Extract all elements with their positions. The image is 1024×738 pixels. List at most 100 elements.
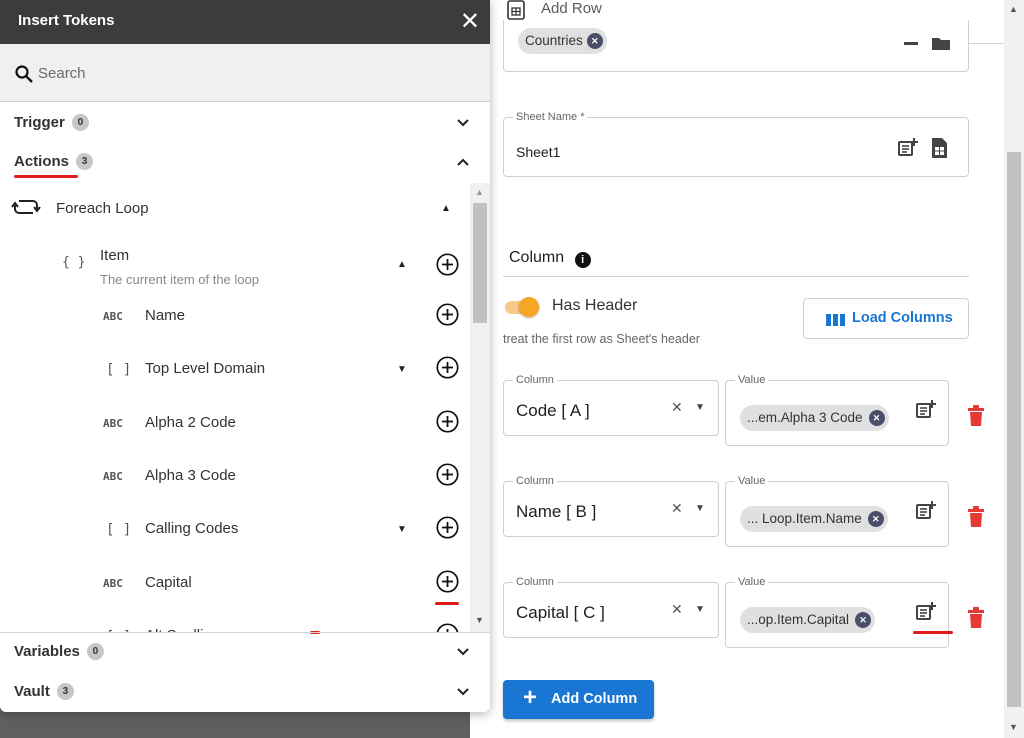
close-icon[interactable]: ✕	[460, 10, 480, 34]
column-select[interactable]: Column Name [ B ] ✕ ▼	[503, 475, 719, 537]
insert-token-icon[interactable]	[915, 399, 937, 421]
folder-icon[interactable]	[930, 32, 952, 54]
value-field[interactable]: Value ...op.Item.Capital ✕	[725, 576, 949, 648]
object-type-icon: { }	[62, 255, 86, 270]
dialog-title: Insert Tokens	[18, 12, 115, 29]
add-token-icon[interactable]	[436, 410, 459, 433]
load-columns-button[interactable]: Load Columns	[803, 298, 969, 339]
annotation-underline	[14, 175, 78, 178]
section-label: Trigger	[14, 114, 65, 131]
caret-up-icon[interactable]: ▲	[441, 203, 451, 214]
token-row[interactable]: [ ] Top Level Domain ▼	[0, 354, 470, 394]
add-row-title: Add Row	[541, 0, 602, 17]
token-label: Alpha 2 Code	[145, 413, 236, 431]
string-type-icon: ABC	[103, 576, 123, 590]
foreach-loop-node[interactable]: Foreach Loop ▲	[0, 193, 470, 225]
value-field[interactable]: Value ...em.Alpha 3 Code ✕	[725, 374, 949, 446]
token-row[interactable]: ABC Alpha 3 Code	[0, 461, 470, 501]
tree-scrollbar[interactable]: ▲ ▼	[470, 183, 490, 632]
item-label: Item	[100, 247, 130, 264]
add-token-icon[interactable]	[436, 516, 459, 539]
token-row[interactable]: ABC Name	[0, 301, 470, 341]
chevron-up-icon[interactable]	[456, 155, 470, 169]
delete-icon[interactable]	[966, 506, 986, 528]
caret-up-icon[interactable]: ▲	[397, 259, 407, 270]
token-tree: Foreach Loop ▲ { } Item The current item…	[0, 183, 470, 632]
scroll-up-arrow[interactable]: ▲	[1009, 4, 1018, 14]
delete-icon[interactable]	[966, 607, 986, 629]
array-type-icon: [ ]	[106, 522, 132, 539]
add-column-button[interactable]: + Add Column	[503, 680, 654, 719]
clear-icon[interactable]: ✕	[671, 601, 683, 618]
dropdown-arrow-icon[interactable]: ▼	[695, 402, 705, 413]
token-label: Capital	[145, 573, 192, 591]
section-label: Variables	[14, 643, 80, 660]
token-row[interactable]: [ ] Calling Codes ▼	[0, 514, 470, 554]
dropdown-arrow-icon[interactable]: ▼	[695, 604, 705, 615]
item-node[interactable]: { } Item The current item of the loop ▲	[0, 245, 470, 289]
search-input[interactable]	[38, 61, 458, 85]
insert-token-icon[interactable]	[897, 137, 919, 159]
chip-remove-icon[interactable]: ✕	[586, 33, 603, 49]
page-scroll-thumb[interactable]	[1007, 152, 1021, 707]
insert-token-icon[interactable]	[915, 500, 937, 522]
token-row[interactable]: ABC Alpha 2 Code	[0, 408, 470, 448]
add-token-icon[interactable]	[436, 253, 459, 276]
insert-token-icon[interactable]	[915, 601, 937, 623]
spreadsheet-chip[interactable]: Countries ✕	[518, 28, 607, 54]
chip-remove-icon[interactable]: ✕	[868, 410, 885, 426]
scroll-down-arrow[interactable]: ▼	[1009, 722, 1018, 732]
delete-icon[interactable]	[966, 405, 986, 427]
sheet-config-panel: Add Row Countries ✕ Sheet Name * Sheet1 …	[470, 0, 1024, 738]
add-token-icon[interactable]	[436, 463, 459, 486]
page-scrollbar[interactable]: ▲ ▼	[1004, 0, 1024, 738]
chevron-down-icon[interactable]	[456, 685, 470, 699]
dropdown-arrow-icon[interactable]: ▼	[695, 503, 705, 514]
caret-down-icon[interactable]: ▼	[397, 524, 407, 535]
token-row[interactable]: ABC Capital	[0, 568, 470, 608]
add-token-icon[interactable]	[436, 303, 459, 326]
add-token-icon[interactable]	[436, 569, 459, 593]
clear-icon[interactable]: ✕	[671, 500, 683, 517]
chevron-down-icon[interactable]	[456, 645, 470, 659]
token-chip[interactable]: ...op.Item.Capital ✕	[740, 607, 876, 633]
column-field-label: Column	[513, 576, 557, 588]
chip-remove-icon[interactable]: ✕	[867, 511, 884, 527]
value-field[interactable]: Value ... Loop.Item.Name ✕	[725, 475, 949, 547]
section-label: Actions	[14, 153, 70, 170]
add-token-icon[interactable]	[436, 623, 459, 632]
caret-down-icon[interactable]: ▼	[397, 364, 407, 375]
column-field-label: Column	[513, 475, 557, 487]
search-icon	[15, 65, 33, 83]
tree-scroll-thumb[interactable]	[473, 203, 487, 323]
string-type-icon: ABC	[103, 469, 123, 483]
chevron-down-icon[interactable]	[456, 116, 470, 130]
token-label: Top Level Domain	[145, 360, 266, 378]
section-trigger[interactable]: Trigger 0	[0, 106, 490, 142]
spreadsheet-field[interactable]: Countries ✕	[503, 20, 969, 72]
array-type-icon: [ ]	[106, 362, 132, 379]
scroll-up-arrow[interactable]: ▲	[475, 187, 484, 197]
token-row[interactable]: [ ]Alt Spellings▼	[0, 621, 470, 632]
clear-icon[interactable]: ✕	[671, 399, 683, 416]
sheet-picker-icon[interactable]	[928, 137, 950, 159]
column-select-value: Code [ A ]	[516, 401, 590, 420]
columns-icon	[826, 314, 845, 326]
column-select[interactable]: Column Capital [ C ] ✕ ▼	[503, 576, 719, 638]
has-header-toggle[interactable]	[503, 297, 543, 317]
scroll-down-arrow[interactable]: ▼	[475, 615, 484, 625]
section-vault[interactable]: Vault 3	[0, 675, 490, 711]
section-variables[interactable]: Variables 0	[0, 635, 490, 671]
insert-token-icon[interactable]	[902, 32, 924, 54]
token-chip[interactable]: ... Loop.Item.Name ✕	[740, 506, 888, 532]
column-select[interactable]: Column Code [ A ] ✕ ▼	[503, 374, 719, 436]
value-field-label: Value	[735, 374, 769, 386]
column-field-label: Column	[513, 374, 557, 386]
sheet-name-field[interactable]: Sheet Name * Sheet1	[503, 111, 969, 177]
search-bar	[0, 44, 490, 102]
count-badge: 3	[56, 683, 74, 700]
add-icon: +	[523, 684, 538, 711]
add-token-icon[interactable]	[436, 356, 459, 379]
token-chip[interactable]: ...em.Alpha 3 Code ✕	[740, 405, 889, 431]
chip-remove-icon[interactable]: ✕	[855, 612, 872, 628]
